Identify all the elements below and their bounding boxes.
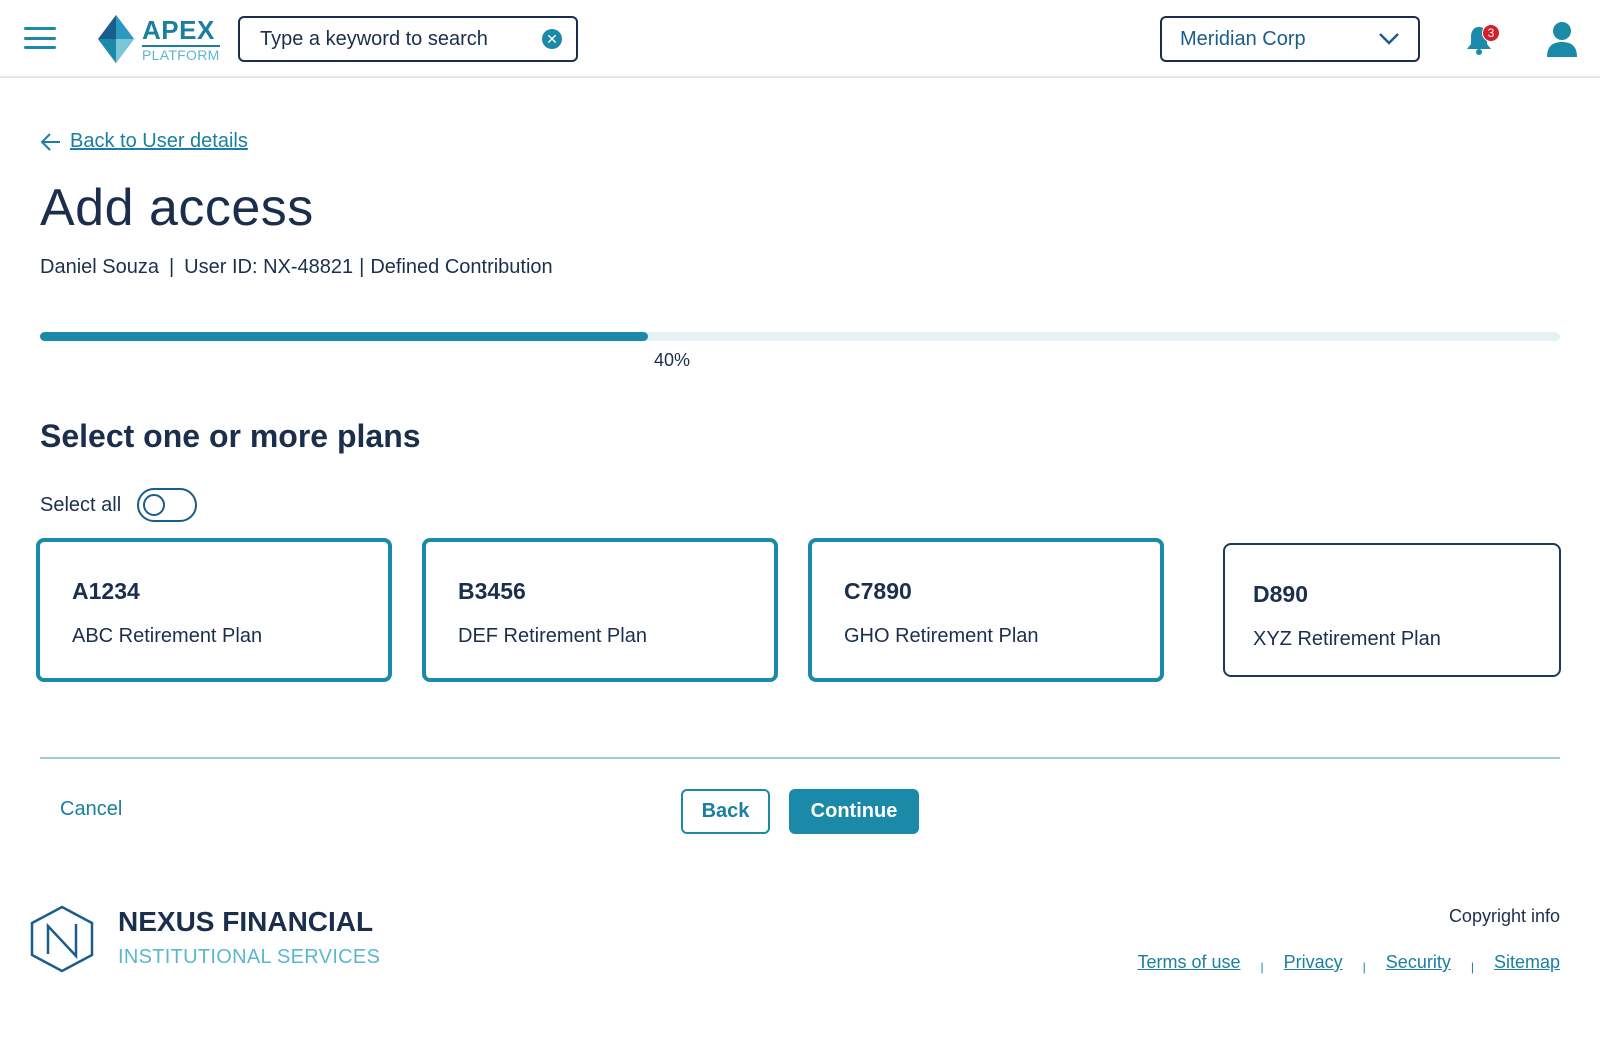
select-all-label: Select all [40,493,122,516]
sitemap-link[interactable]: Sitemap [1494,952,1560,973]
footer-links: Terms of use | Privacy | Security | Site… [1137,952,1560,974]
security-link[interactable]: Security [1386,952,1451,973]
plan-name: XYZ Retirement Plan [1253,628,1441,650]
select-all-toggle[interactable] [137,488,198,522]
privacy-link[interactable]: Privacy [1284,952,1343,973]
plans-section-title: Select one or more plans [40,418,421,454]
top-header: APEX PLATFORM Type a keyword to search ✕… [0,0,1600,78]
back-button[interactable]: Back [681,789,770,834]
terms-of-use-link[interactable]: Terms of use [1137,952,1240,973]
progress-bar-fill [40,332,648,341]
apex-diamond-icon [98,15,134,63]
select-all-row: Select all [40,488,198,522]
notifications-button[interactable]: 3 [1464,22,1500,58]
company-selector[interactable]: Meridian Corp [1160,16,1420,62]
plans-grid: A1234 ABC Retirement Plan B3456 DEF Reti… [36,538,1566,682]
plan-card[interactable]: B3456 DEF Retirement Plan [422,538,778,682]
user-meta: Daniel Souza | User ID: NX-48821 | Defined C… [40,256,553,278]
plan-card[interactable]: D890 XYZ Retirement Plan [1223,543,1561,677]
toggle-knob [143,494,166,516]
notification-count-badge: 3 [1482,24,1500,42]
user-name: Daniel Souza [40,256,159,278]
search-input[interactable]: Type a keyword to search ✕ [238,16,578,62]
footer-company-name: NEXUS FINANCIAL [118,906,374,937]
page-title: Add access [40,179,314,237]
plan-name: ABC Retirement Plan [72,625,263,647]
apex-logo[interactable]: APEX PLATFORM [98,14,220,64]
back-to-user-details-link[interactable]: Back to User details [40,130,248,153]
plan-card[interactable]: C7890 GHO Retirement Plan [808,538,1164,682]
back-link-label[interactable]: Back to User details [70,130,248,153]
plan-code: C7890 [844,578,912,604]
progress-label: 40% [654,350,691,370]
continue-button[interactable]: Continue [789,789,919,834]
actions-divider [40,757,1560,759]
logo-name: APEX [142,14,215,45]
progress-bar [40,332,1560,341]
copyright-text: Copyright info [1448,906,1560,926]
search-input-text[interactable]: Type a keyword to search [260,28,542,51]
clear-circle-icon[interactable]: ✕ [542,29,562,49]
logo-subtitle: PLATFORM [142,44,220,63]
plan-type: Defined Contribution [370,256,553,278]
cancel-button[interactable]: Cancel [60,798,122,821]
chevron-down-icon [1379,33,1399,45]
plan-name: GHO Retirement Plan [844,625,1039,647]
plan-code: A1234 [72,578,140,604]
company-selector-value: Meridian Corp [1180,27,1306,50]
footer-company-subtitle: INSTITUTIONAL SERVICES [118,946,381,968]
hamburger-menu-icon[interactable] [24,27,56,49]
nexus-logo-icon [30,905,94,973]
plan-code: B3456 [458,578,526,604]
user-profile-icon[interactable] [1544,20,1580,58]
plan-code: D890 [1253,581,1308,607]
user-id: User ID: NX-48821 [184,256,354,278]
plan-card[interactable]: A1234 ABC Retirement Plan [36,538,392,682]
plan-name: DEF Retirement Plan [458,625,647,647]
arrow-left-icon [40,132,60,151]
